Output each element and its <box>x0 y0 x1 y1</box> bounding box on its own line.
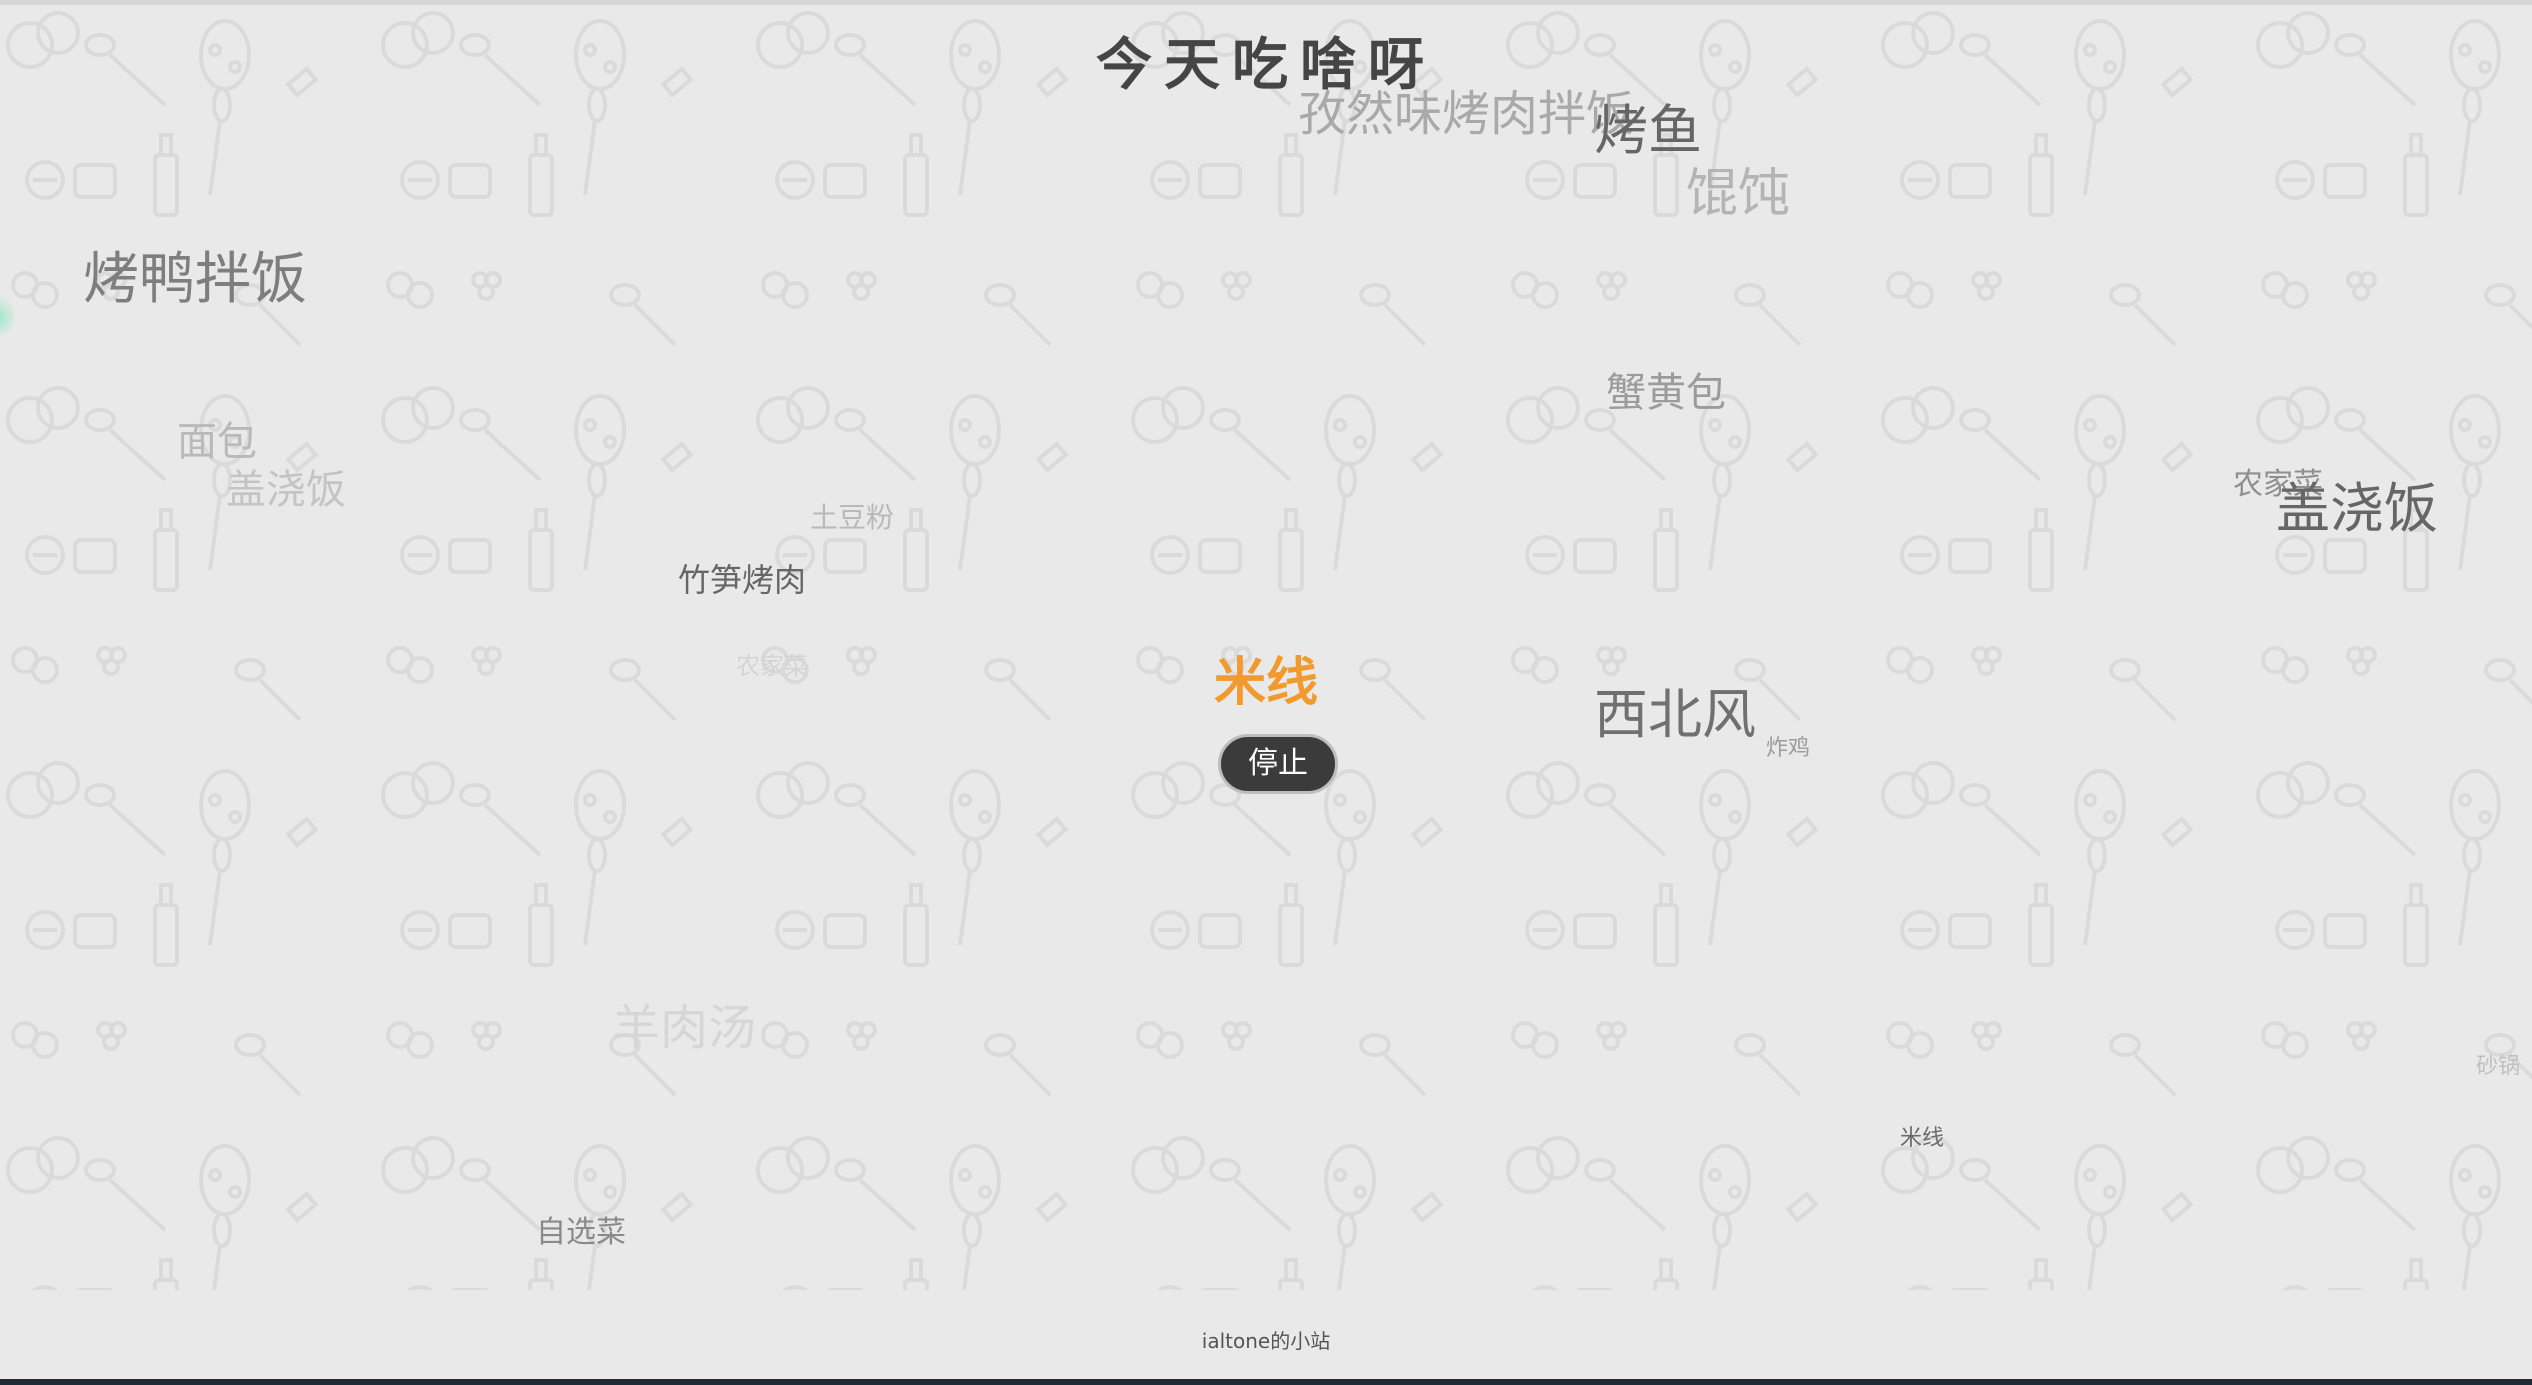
footer: ialtone的小站 <box>0 1325 2532 1354</box>
floating-food-name: 烤鱼 <box>1594 99 1702 162</box>
floating-food-name: 孜然味烤肉拌饭 <box>1298 86 1635 142</box>
floating-food-name: 馄饨 <box>1686 164 1791 224</box>
floating-food-name: 羊肉汤 <box>612 1000 757 1056</box>
page: 今天吃啥呀 孜然味烤肉拌饭 烤鱼 馄饨 烤鸭拌饭 蟹黄包 面包 盖浇饭 土豆粉 … <box>0 0 2532 1385</box>
floating-food-name: 盖浇饭 <box>226 467 346 513</box>
selected-food-result: 米线 <box>1213 653 1318 713</box>
floating-food-name: 面包 <box>177 419 257 465</box>
floating-food-name: 米线 <box>1900 1126 1945 1151</box>
bottom-bar <box>0 1379 2532 1385</box>
floating-food-name: 烤鸭拌饭 <box>83 247 307 312</box>
floating-food-name: 盖浇饭 <box>2276 477 2438 540</box>
footer-site-link[interactable]: ialtone的小站 <box>1202 1329 1330 1353</box>
floating-food-name: 砂锅 <box>2476 1054 2521 1079</box>
floating-food-name: 竹笋烤肉 <box>678 561 807 599</box>
page-title: 今天吃啥呀 <box>1096 32 1436 98</box>
floating-food-name: 炸鸡 <box>1766 736 1811 761</box>
floating-food-name: 蟹黄包 <box>1606 370 1726 416</box>
stop-button[interactable]: 停止 <box>1218 734 1338 794</box>
floating-food-name: 土豆粉 <box>810 501 895 534</box>
floating-food-name: 自选菜 <box>536 1215 626 1250</box>
